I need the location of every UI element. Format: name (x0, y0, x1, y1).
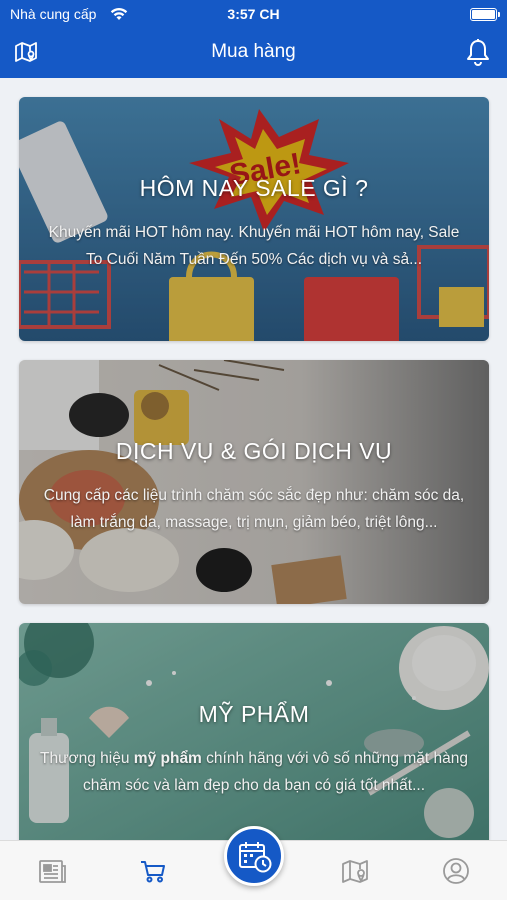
card-title: DỊCH VỤ & GÓI DỊCH VỤ (115, 438, 393, 464)
news-icon[interactable] (37, 856, 67, 886)
cosmetics-card[interactable]: MỸ PHẨM Thương hiệu mỹ phẩm chính hãng v… (19, 623, 489, 840)
card-title: HÔM NAY SALE GÌ ? (139, 175, 369, 201)
highlight-text: mỹ phẩm (133, 750, 202, 767)
cart-icon[interactable] (138, 856, 168, 886)
status-bar: Nhà cung cấp 3:57 CH (10, 6, 500, 24)
calendar-clock-icon (239, 842, 272, 873)
map-icon[interactable] (340, 856, 370, 886)
card-title: MỸ PHẨM (198, 701, 310, 727)
card-description: Cung cấp các liệu trình chăm sóc sắc đẹp… (43, 487, 465, 531)
app-header: Nhà cung cấp 3:57 CH Mua hàng (0, 0, 507, 78)
category-list: Sale! HÔM NAY SALE GÌ ? Khuyến mãi HOT h… (0, 78, 507, 840)
card-description: Thương hiệu mỹ phẩm chính hãng với vô số… (40, 750, 468, 794)
battery-icon (470, 8, 500, 21)
booking-calendar-button[interactable] (224, 826, 284, 886)
card-description: Khuyến mãi HOT hôm nay. Khuyến mãi HOT h… (48, 224, 460, 268)
profile-icon[interactable] (441, 856, 471, 886)
sale-card[interactable]: Sale! HÔM NAY SALE GÌ ? Khuyến mãi HOT h… (19, 97, 489, 341)
bell-icon[interactable] (465, 38, 491, 66)
clock: 3:57 CH (227, 6, 280, 22)
services-card[interactable]: DỊCH VỤ & GÓI DỊCH VỤ Cung cấp các liệu … (19, 360, 489, 604)
page-title: Mua hàng (211, 41, 296, 62)
